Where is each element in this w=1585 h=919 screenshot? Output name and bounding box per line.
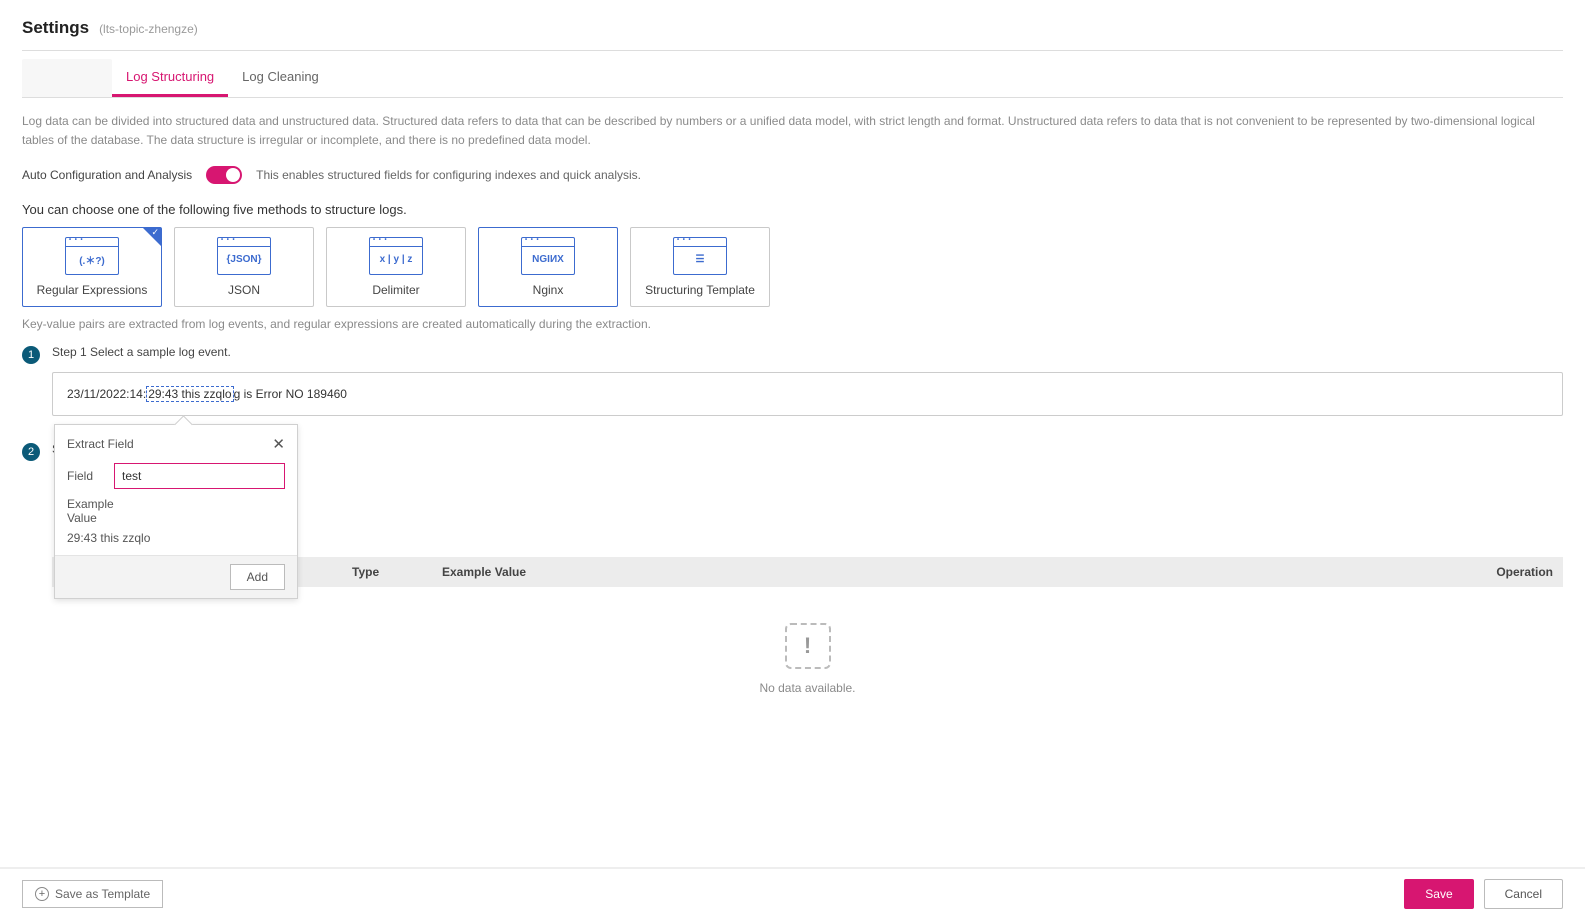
- step-2-badge: 2: [22, 443, 40, 461]
- methods-list: (.＊?) Regular Expressions {JSON} JSON x …: [22, 227, 1563, 307]
- add-button[interactable]: Add: [230, 564, 285, 590]
- cancel-button[interactable]: Cancel: [1484, 879, 1563, 909]
- description-text: Log data can be divided into structured …: [22, 112, 1563, 150]
- method-nginx[interactable]: NGIИX Nginx: [478, 227, 618, 307]
- example-value-label: Example Value: [67, 497, 137, 525]
- col-type: Type: [342, 557, 432, 587]
- auto-config-row: Auto Configuration and Analysis This ena…: [22, 166, 1563, 184]
- method-json[interactable]: {JSON} JSON: [174, 227, 314, 307]
- tabs: Log Structuring Log Cleaning: [22, 59, 1563, 98]
- page-header: Settings (lts-topic-zhengze): [22, 18, 1563, 51]
- example-value-text: 29:43 this zzqlo: [55, 529, 297, 555]
- footer-bar: + Save as Template Save Cancel: [0, 867, 1585, 919]
- col-example: Example Value: [432, 557, 1483, 587]
- sample-log-box[interactable]: 23/11/2022:14:29:43 this zzqlog is Error…: [52, 372, 1563, 416]
- page-title: Settings: [22, 18, 89, 38]
- extract-field-popover: Extract Field ✕ Field Example Value 29:4…: [54, 424, 298, 599]
- method-structuring-template[interactable]: ☰ Structuring Template: [630, 227, 770, 307]
- plus-icon: +: [35, 887, 49, 901]
- empty-text: No data available.: [52, 681, 1563, 695]
- empty-state: ! No data available.: [52, 587, 1563, 715]
- tab-log-cleaning[interactable]: Log Cleaning: [228, 59, 333, 97]
- delimiter-icon: x | y | z: [369, 237, 423, 275]
- step-1-badge: 1: [22, 346, 40, 364]
- method-delimiter[interactable]: x | y | z Delimiter: [326, 227, 466, 307]
- methods-hint: Key-value pairs are extracted from log e…: [22, 317, 1563, 331]
- step-1-label: Step 1 Select a sample log event.: [52, 345, 231, 359]
- tab-blank[interactable]: [22, 59, 112, 97]
- page-subtitle: (lts-topic-zhengze): [99, 22, 198, 36]
- save-as-template-button[interactable]: + Save as Template: [22, 880, 163, 908]
- close-icon[interactable]: ✕: [272, 435, 285, 453]
- field-label: Field: [67, 469, 104, 483]
- method-regular-expressions[interactable]: (.＊?) Regular Expressions: [22, 227, 162, 307]
- auto-config-hint: This enables structured fields for confi…: [256, 168, 641, 182]
- field-input[interactable]: [114, 463, 285, 489]
- json-icon: {JSON}: [217, 237, 271, 275]
- tab-log-structuring[interactable]: Log Structuring: [112, 59, 228, 97]
- empty-icon: !: [785, 623, 831, 669]
- auto-config-toggle[interactable]: [206, 166, 242, 184]
- regex-icon: (.＊?): [65, 237, 119, 275]
- popover-title: Extract Field: [67, 437, 134, 451]
- auto-config-label: Auto Configuration and Analysis: [22, 168, 192, 182]
- col-operation: Operation: [1483, 557, 1563, 587]
- save-button[interactable]: Save: [1404, 879, 1473, 909]
- template-icon: ☰: [673, 237, 727, 275]
- nginx-icon: NGIИX: [521, 237, 575, 275]
- methods-title: You can choose one of the following five…: [22, 202, 1563, 217]
- selected-text[interactable]: 29:43 this zzqlo: [146, 386, 233, 402]
